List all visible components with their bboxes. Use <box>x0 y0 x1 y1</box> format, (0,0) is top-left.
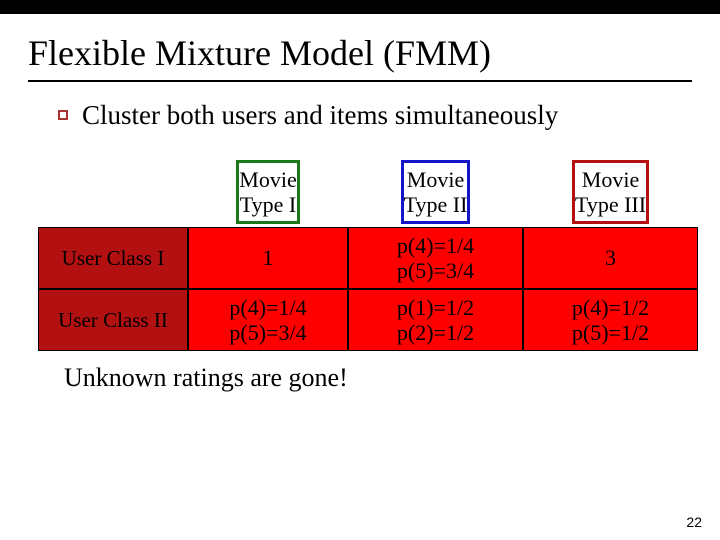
row-label-0: User Class I <box>38 227 188 289</box>
col-header-2-box: Movie Type II <box>401 160 471 224</box>
cell-0-2: 3 <box>523 227 698 289</box>
matrix: Movie Type I Movie Type II Movie Type II… <box>38 157 698 351</box>
page-number: 22 <box>686 514 702 530</box>
cell-1-1: p(1)=1/2 p(2)=1/2 <box>348 289 523 351</box>
col-header-3-box: Movie Type III <box>572 160 649 224</box>
bullet-icon <box>58 110 68 120</box>
title-rule <box>28 80 692 82</box>
col-header-2: Movie Type II <box>348 157 523 227</box>
cell-1-2: p(4)=1/2 p(5)=1/2 <box>523 289 698 351</box>
footnote: Unknown ratings are gone! <box>64 363 692 393</box>
subtitle-text: Cluster both users and items simultaneou… <box>82 100 558 131</box>
top-accent-bar <box>0 0 720 14</box>
cell-0-1: p(4)=1/4 p(5)=3/4 <box>348 227 523 289</box>
subtitle-row: Cluster both users and items simultaneou… <box>58 100 692 131</box>
slide-body: Flexible Mixture Model (FMM) Cluster bot… <box>0 14 720 393</box>
cell-0-0: 1 <box>188 227 348 289</box>
row-label-1: User Class II <box>38 289 188 351</box>
cell-1-0: p(4)=1/4 p(5)=3/4 <box>188 289 348 351</box>
col-header-1-box: Movie Type I <box>236 160 299 224</box>
header-empty <box>38 157 188 227</box>
slide-title: Flexible Mixture Model (FMM) <box>28 32 692 74</box>
col-header-1: Movie Type I <box>188 157 348 227</box>
col-header-3: Movie Type III <box>523 157 698 227</box>
